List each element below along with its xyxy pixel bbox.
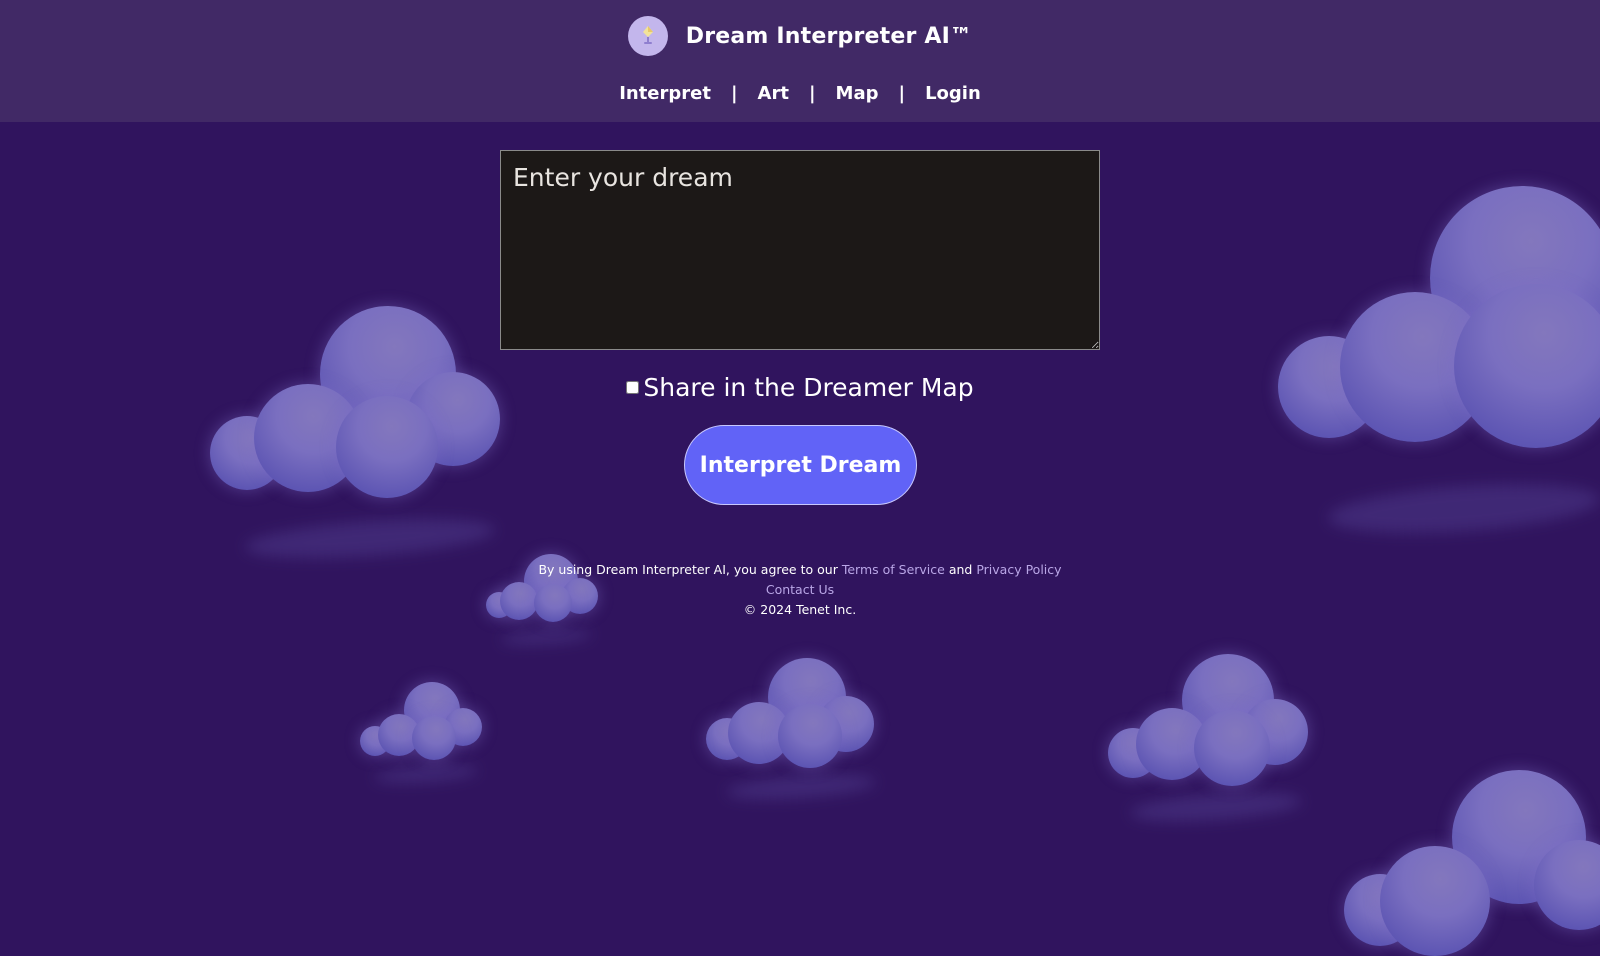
terms-notice-text: By using Dream Interpreter AI, you agree… xyxy=(538,562,838,577)
brand: Dream Interpreter AI™ xyxy=(0,14,1600,58)
site-title: Dream Interpreter AI™ xyxy=(685,23,973,49)
terms-of-service-link[interactable]: Terms of Service xyxy=(842,562,945,577)
cloud-decoration xyxy=(360,682,485,792)
nav-separator: | xyxy=(898,82,906,104)
copyright: © 2024 Tenet Inc. xyxy=(743,602,857,617)
cloud-decoration xyxy=(1344,770,1600,956)
cloud-decoration xyxy=(1108,654,1308,839)
cloud-decoration xyxy=(706,658,881,818)
privacy-policy-link[interactable]: Privacy Policy xyxy=(976,562,1061,577)
nav-link-map[interactable]: Map xyxy=(836,83,879,104)
nav-separator: | xyxy=(808,82,816,104)
nav-separator: | xyxy=(730,82,738,104)
share-label: Share in the Dreamer Map xyxy=(643,372,974,402)
interpret-dream-button[interactable]: Interpret Dream xyxy=(684,425,917,505)
site-footer: By using Dream Interpreter AI, you agree… xyxy=(0,560,1600,620)
lamp-icon-graphic xyxy=(642,26,653,44)
lamp-icon[interactable] xyxy=(627,16,668,56)
site-header: Dream Interpreter AI™ Interpret | Art | … xyxy=(0,0,1600,122)
dream-input[interactable] xyxy=(500,150,1100,350)
share-checkbox[interactable] xyxy=(626,380,640,394)
terms-notice-and: and xyxy=(948,562,973,577)
contact-us-link[interactable]: Contact Us xyxy=(766,582,834,597)
main-nav: Interpret | Art | Map | Login xyxy=(0,78,1600,108)
share-option[interactable]: Share in the Dreamer Map xyxy=(0,370,1600,404)
nav-link-art[interactable]: Art xyxy=(758,83,789,104)
nav-link-login[interactable]: Login xyxy=(925,83,981,104)
nav-link-interpret[interactable]: Interpret xyxy=(619,83,711,104)
terms-notice: By using Dream Interpreter AI, you agree… xyxy=(0,560,1600,580)
cloud-decoration xyxy=(210,306,510,576)
